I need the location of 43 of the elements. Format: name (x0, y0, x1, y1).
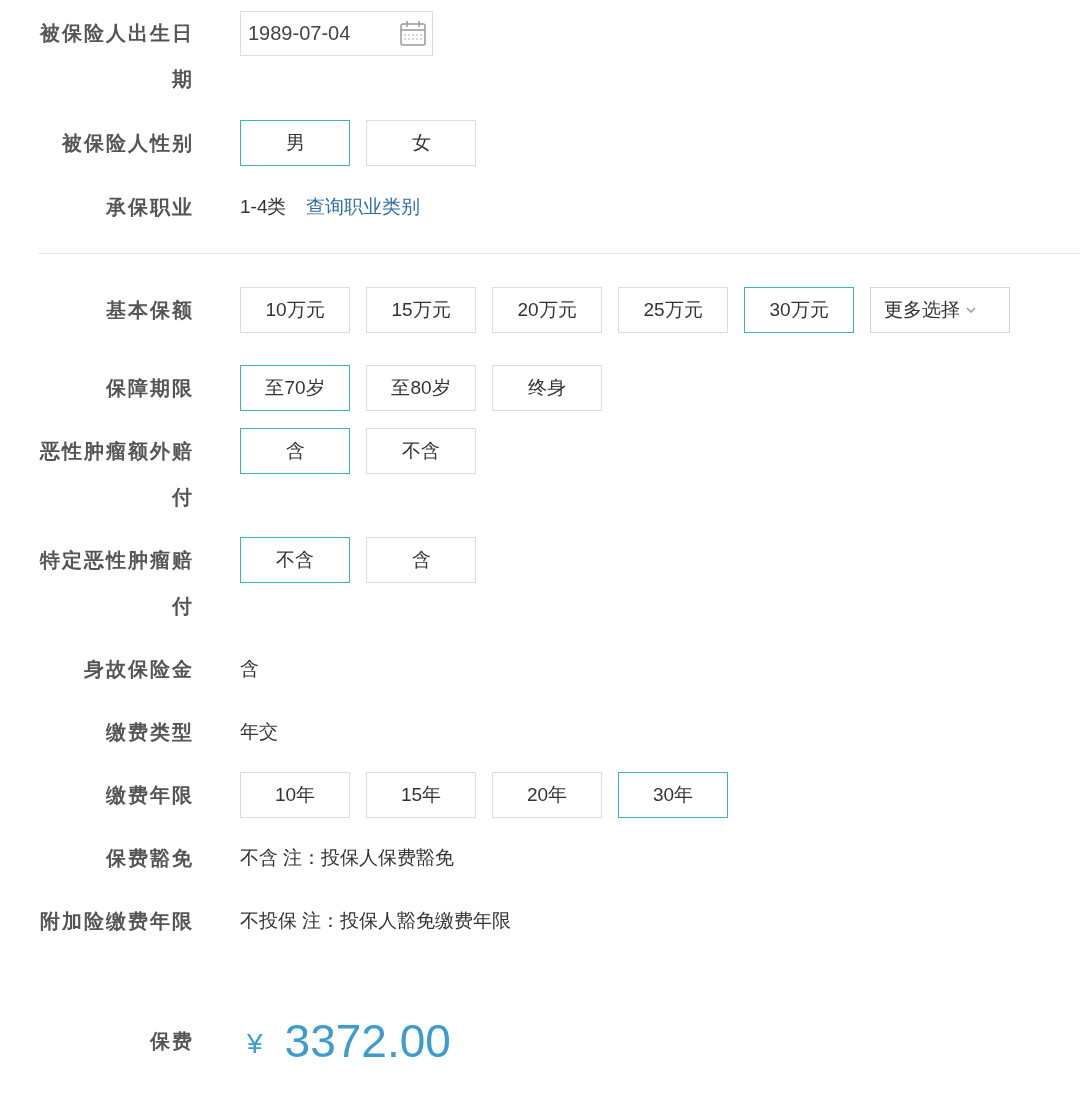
premium-label: 保费 (149, 1029, 194, 1054)
option-button[interactable]: 10年 (240, 772, 350, 818)
option-button[interactable]: 不含 (366, 428, 476, 474)
field-value: 不含 注：投保人保费豁免 (240, 846, 455, 870)
field-label: 基本保额 (105, 298, 194, 323)
currency-symbol: ¥ (247, 1027, 263, 1061)
option-button[interactable]: 20万元 (492, 287, 602, 333)
option-button[interactable]: 终身 (492, 365, 602, 411)
field-label: 保障期限 (105, 376, 194, 401)
calendar-icon[interactable] (399, 19, 427, 47)
field-value: 1-4类 (240, 195, 287, 219)
option-button[interactable]: 10万元 (240, 287, 350, 333)
date-field[interactable]: 1989-07-04 (240, 10, 433, 56)
option-button[interactable]: 15万元 (366, 287, 476, 333)
option-button[interactable]: 25万元 (618, 287, 728, 333)
field-label: 附加险缴费年限 (39, 909, 194, 934)
field-label: 保费豁免 (105, 846, 194, 871)
field-label: 特定恶性肿瘤赔付 (38, 548, 194, 619)
field-value: 不投保 注：投保人豁免缴费年限 (240, 909, 512, 933)
option-button[interactable]: 不含 (240, 537, 350, 583)
option-button[interactable]: 20年 (492, 772, 602, 818)
field-label: 恶性肿瘤额外赔付 (38, 439, 194, 510)
field-label: 缴费类型 (105, 720, 194, 745)
caret-icon (966, 307, 976, 313)
option-button[interactable]: 含 (366, 537, 476, 583)
field-label: 缴费年限 (105, 783, 194, 808)
occupation-link[interactable]: 查询职业类别 (306, 184, 421, 230)
field-value: 含 (240, 657, 259, 681)
option-button[interactable]: 30年 (618, 772, 728, 818)
option-button[interactable]: 15年 (366, 772, 476, 818)
field-label: 承保职业 (104, 195, 194, 220)
option-button[interactable]: 30万元 (744, 287, 854, 333)
field-label: 身故保险金 (83, 657, 194, 682)
field-label: 被保险人出生日期 (38, 21, 194, 92)
premium-amount: 3372.00 (284, 1014, 451, 1069)
more-options-button[interactable]: 更多选择 (870, 287, 1010, 333)
option-button[interactable]: 男 (240, 120, 350, 166)
field-value: 年交 (240, 720, 278, 744)
option-button[interactable]: 女 (366, 120, 476, 166)
option-button[interactable]: 至80岁 (366, 365, 476, 411)
option-button[interactable]: 含 (240, 428, 350, 474)
option-button[interactable]: 至70岁 (240, 365, 350, 411)
field-label: 被保险人性别 (60, 131, 194, 156)
